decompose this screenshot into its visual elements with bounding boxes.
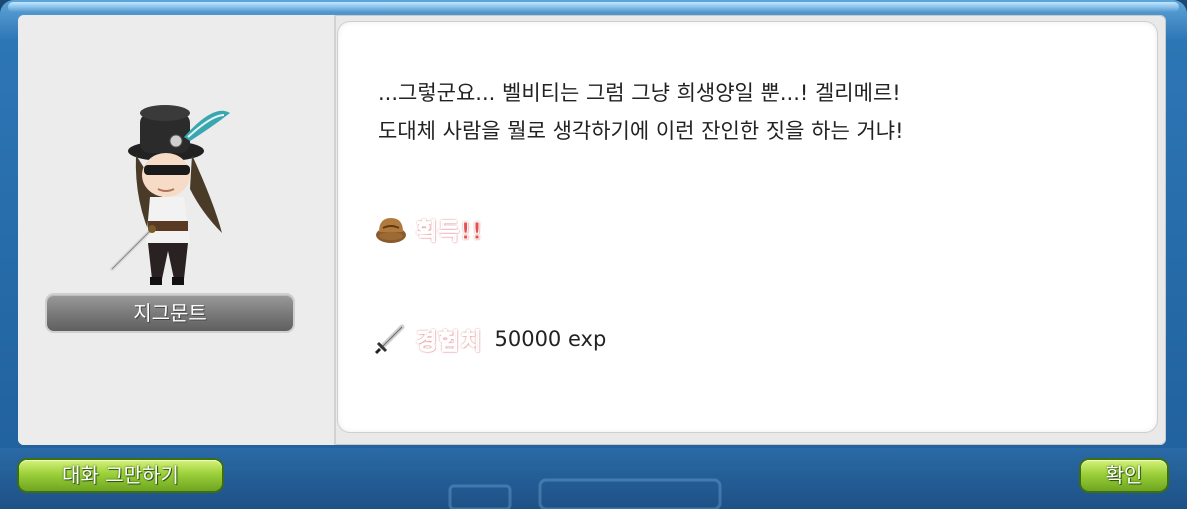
bag-icon	[376, 218, 406, 243]
dialogue-panel: ...그렇군요... 벨비티는 그럼 그냥 희생양일 뿐...! 겔리메르! 도…	[338, 22, 1157, 432]
reward-exp-row: 경험치 50000 exp	[374, 322, 606, 356]
npc-portrait	[110, 105, 230, 285]
reward-exp-value: 50000 exp	[494, 327, 607, 351]
dialogue-text: ...그렇군요... 벨비티는 그럼 그냥 희생양일 뿐...! 겔리메르! 도…	[378, 81, 904, 143]
frame-highlight	[8, 2, 1179, 12]
background-decoration	[448, 478, 722, 509]
reward-acquire-label: 획득!!	[415, 219, 484, 246]
panel-divider	[334, 15, 336, 445]
dialog-window: 지그문트 ...그렇군요... 벨비티는 그럼 그냥 희생양일 뿐...! 겔리…	[0, 0, 1187, 509]
dialog-body: 지그문트 ...그렇군요... 벨비티는 그럼 그냥 희생양일 뿐...! 겔리…	[18, 15, 1166, 445]
npc-portrait-panel: 지그문트	[18, 15, 334, 445]
ok-button[interactable]: 확인	[1081, 460, 1167, 491]
reward-acquire-row: 획득!!	[374, 212, 483, 246]
npc-name-plate: 지그문트	[47, 295, 293, 331]
sword-icon	[374, 324, 405, 355]
end-chat-button[interactable]: 대화 그만하기	[19, 460, 222, 491]
reward-exp-label: 경험치	[415, 329, 483, 356]
